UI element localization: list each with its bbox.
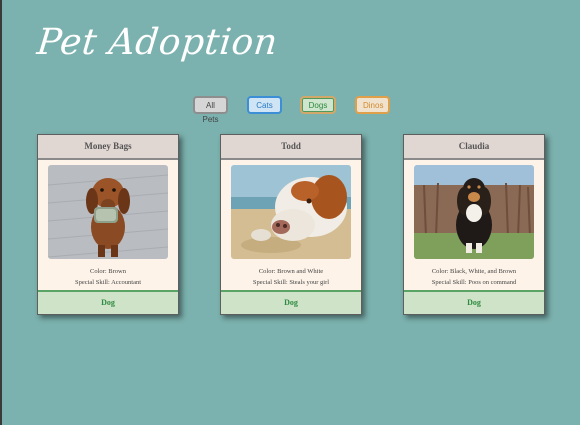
pet-info: Color: Brown and White Special Skill: St…	[221, 266, 361, 288]
pet-type-badge: Dog	[38, 290, 178, 314]
window-left-edge	[0, 0, 2, 425]
pet-type-badge: Dog	[404, 290, 544, 314]
pet-type-badge: Dog	[221, 290, 361, 314]
pet-photo-spaniel-beach	[231, 165, 351, 259]
pet-name: Money Bags	[38, 135, 178, 160]
pet-name: Todd	[221, 135, 361, 160]
filter-cats-button[interactable]: Cats	[247, 96, 282, 114]
pet-card: Todd Color: Brown and White Special Skil…	[220, 134, 362, 315]
pet-skill: Special Skill: Steals your girl	[252, 279, 330, 286]
pet-color: Color: Black, White, and Brown	[431, 268, 517, 275]
pet-info: Color: Brown Special Skill: Accountant	[38, 266, 178, 288]
pet-card: Claudia Color: Black, White, and Brown S…	[403, 134, 545, 315]
pet-photo-dachshund	[48, 165, 168, 259]
pet-skill: Special Skill: Poos on command	[431, 279, 517, 286]
filter-all-pets-button[interactable]: All Pets	[193, 96, 228, 124]
pet-skill: Special Skill: Accountant	[74, 279, 142, 286]
filter-bar: All Pets Cats Dogs Dinos	[0, 96, 580, 124]
pet-color: Color: Brown	[90, 268, 126, 275]
page-title: Pet Adoption	[35, 22, 280, 63]
filter-dogs-button[interactable]: Dogs	[300, 96, 336, 114]
pet-photo-spaniel-field	[414, 165, 534, 259]
pet-card: Money Bags Color: Brown Special Skill: A…	[37, 134, 179, 315]
pet-name: Claudia	[404, 135, 544, 160]
filter-dinos-button[interactable]: Dinos	[355, 96, 390, 114]
pet-color: Color: Brown and White	[258, 268, 324, 275]
pet-info: Color: Black, White, and Brown Special S…	[404, 266, 544, 288]
